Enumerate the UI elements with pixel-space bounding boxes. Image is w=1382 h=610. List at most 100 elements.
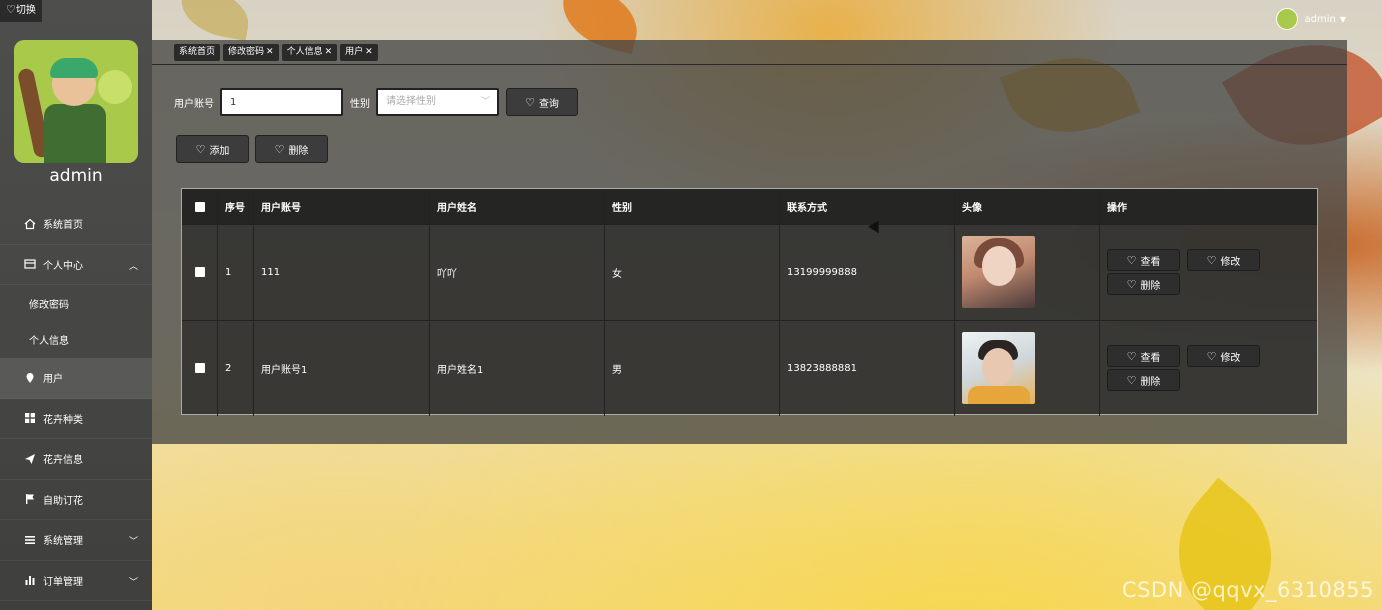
tab-users[interactable]: 用户 ✕ [340,44,378,61]
location-pin-icon [23,371,36,384]
header-cell: 联系方式 [780,189,955,224]
table-cell: 2 [218,320,254,416]
heart-icon: ♡ [195,142,206,156]
heart-icon: ♡ [1126,373,1137,387]
avatar-art [98,70,132,104]
row-actions: ♡ 查看 ♡ 修改 ♡ 删除 [1107,249,1267,296]
add-button-label: 添加 [209,145,230,157]
query-button[interactable]: ♡ 查询 [506,88,578,116]
chevron-down-icon: ﹀ [128,537,138,547]
account-label: 用户账号 [174,98,214,110]
home-icon [23,217,36,230]
switch-button[interactable]: ♡切换 [0,0,42,22]
tab-change-password[interactable]: 修改密码 ✕ [223,44,279,61]
heart-icon: ♡ [1206,253,1217,267]
sidebar-item-flower-types[interactable]: 花卉种类 [0,399,152,439]
delete-label: 删除 [1140,280,1161,292]
delete-button[interactable]: ♡ 删除 [1107,273,1180,296]
user-avatar-photo [962,332,1035,405]
heart-icon: ♡ [1206,349,1217,363]
delete-label: 删除 [1140,376,1161,388]
header-cell: 用户账号 [254,189,430,224]
avatar [1275,8,1298,30]
account-input[interactable] [220,88,343,116]
edit-button[interactable]: ♡ 修改 [1187,345,1260,368]
sidebar-item-self-order[interactable]: 自助订花 [0,480,152,520]
sidebar-item-home[interactable]: 系统首页 [0,204,152,245]
table-cell [182,320,218,416]
sidebar-item-label: 个人中心 [43,260,83,272]
sidebar-item-label: 自助订花 [43,495,83,507]
tab-personal-info[interactable]: 个人信息 ✕ [281,44,338,61]
header-cell: 用户姓名 [430,189,605,224]
sidebar-subitem-personal-info[interactable]: 个人信息 [0,321,152,358]
action-bar: ♡ 添加 ♡ 删除 [176,135,328,163]
view-button[interactable]: ♡ 查看 [1107,345,1180,368]
sidebar-subitem-change-password[interactable]: 修改密码 [0,285,152,322]
table-header: 序号 用户账号 用户姓名 性别 联系方式 头像 操作 [182,189,1317,225]
sidebar-menu: 系统首页 个人中心 ︿ 修改密码 个人信息 用户 花卉种类 花卉信息 自助订花 … [0,204,152,601]
table-cell: 女 [605,225,780,320]
sidebar-item-label: 系统管理 [43,536,83,548]
avatar-art [50,58,98,78]
table-cell [182,225,218,320]
table-cell: 用户账号1 [254,320,430,416]
table-cell: 用户姓名1 [430,320,605,416]
tab-home[interactable]: 系统首页 [174,44,221,61]
chevron-down-icon: ﹀ [480,97,490,107]
select-all-checkbox[interactable] [194,201,205,212]
query-button-label: 查询 [538,98,559,110]
row-checkbox[interactable] [194,267,205,278]
sidebar-item-users[interactable]: 用户 [0,358,152,399]
bulk-delete-button[interactable]: ♡ 删除 [255,135,328,163]
table-cell: 1 [218,225,254,320]
sidebar-item-label: 系统首页 [43,220,83,232]
sidebar-item-personal-center[interactable]: 个人中心 ︿ [0,245,152,285]
table-row: 1 111 吖吖 女 13199999888 ♡ 查看 ♡ 修改 ♡ 删除 [182,225,1317,321]
sidebar-item-flower-info[interactable]: 花卉信息 [0,439,152,480]
photo-art [982,246,1016,287]
heart-icon: ♡ [525,95,535,109]
sidebar-item-label: 花卉种类 [43,414,83,426]
close-icon[interactable]: ✕ [325,47,333,57]
table-row: 2 用户账号1 用户姓名1 男 13823888881 ♡ 查看 ♡ 修改 ♡ 删除 [182,320,1317,417]
close-icon[interactable]: ✕ [266,47,274,57]
sidebar-username: admin [49,166,103,186]
heart-icon: ♡ [1126,253,1137,267]
table-cell: 男 [605,320,780,416]
delete-button[interactable]: ♡ 删除 [1107,369,1180,392]
photo-art [968,386,1030,405]
main-panel: 系统首页 修改密码✕ 个人信息✕ 用户✕ 用户账号 性别 请选择性别 ﹀ ♡ 查… [152,40,1347,444]
users-table: 序号 用户账号 用户姓名 性别 联系方式 头像 操作 1 111 吖吖 女 13… [181,188,1318,417]
flag-icon [23,493,36,506]
heart-icon: ♡ [274,142,285,156]
sidebar-item-order-management[interactable]: 订单管理 ﹀ [0,561,152,601]
sidebar-item-label: 花卉信息 [43,455,83,467]
table-cell: 13823888881 [780,320,955,416]
watermark: CSDN @qqvx_6310855 [1121,578,1374,602]
table-cell [955,225,1100,320]
gender-select[interactable]: 请选择性别 ﹀ [376,88,499,116]
row-checkbox[interactable] [194,363,205,374]
table-cell: ♡ 查看 ♡ 修改 ♡ 删除 [1100,321,1317,417]
close-icon[interactable]: ✕ [365,47,373,57]
heart-icon: ♡ [1126,277,1137,291]
edit-button[interactable]: ♡ 修改 [1187,249,1260,272]
sidebar-subitem-label: 个人信息 [29,336,69,348]
view-button[interactable]: ♡ 查看 [1107,249,1180,272]
sidebar-item-system-management[interactable]: 系统管理 ﹀ [0,520,152,561]
table-cell: 111 [254,225,430,320]
card-icon [23,258,36,271]
user-menu[interactable]: admin ▼ [1275,8,1346,30]
avatar-art [44,104,106,163]
edit-label: 修改 [1220,352,1241,364]
top-username: admin [1304,13,1336,25]
caret-down-icon: ▼ [1339,14,1346,24]
add-button[interactable]: ♡ 添加 [176,135,249,163]
gender-label: 性别 [350,98,370,110]
header-cell [182,189,218,224]
chevron-down-icon: ﹀ [128,577,138,588]
edit-label: 修改 [1220,256,1241,268]
tab-label: 用户 [345,47,364,57]
sidebar-item-label: 用户 [43,374,63,386]
